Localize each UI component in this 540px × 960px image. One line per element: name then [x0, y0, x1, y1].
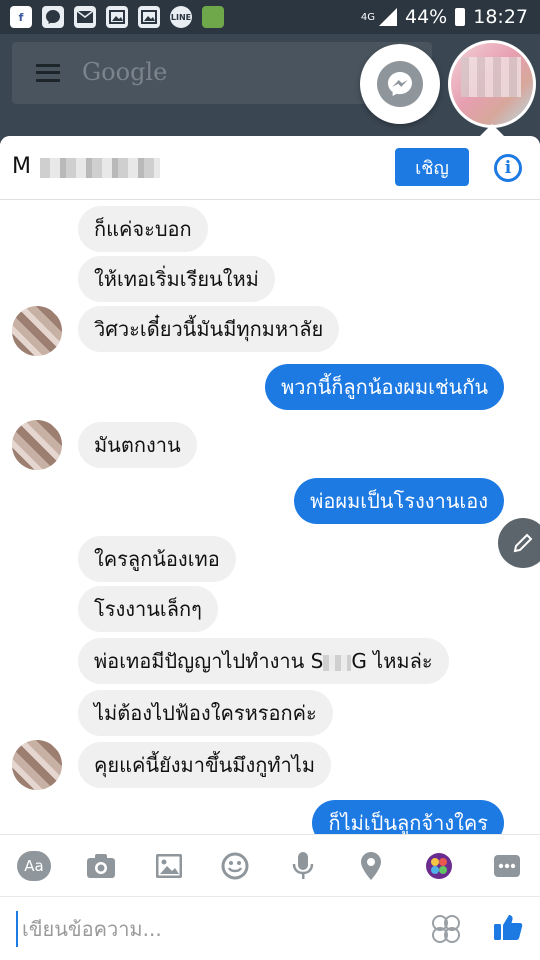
composer [0, 896, 540, 960]
game-icon [202, 6, 224, 28]
line-icon: LINE [170, 6, 192, 28]
camera-icon[interactable] [84, 849, 118, 883]
sticker-icon[interactable] [430, 913, 462, 945]
contact-name-blurred [40, 158, 160, 178]
signal-icon [379, 8, 397, 26]
message-input[interactable] [16, 911, 396, 947]
messenger-chat-head[interactable] [360, 44, 440, 124]
games-icon[interactable] [422, 849, 456, 883]
message-incoming[interactable]: คุยแค่นี้ยังมาขึ้นมึงกูทำไม [78, 742, 331, 788]
avatar[interactable] [12, 306, 62, 356]
chat-panel: M เชิญ i ก็แค่จะบอก ให้เทอเริ่มเรียนใหม่… [0, 136, 540, 960]
redacted-text [323, 654, 352, 671]
edit-button[interactable] [498, 518, 540, 568]
message-incoming[interactable]: โรงงานเล็กๆ [78, 586, 218, 632]
facebook-icon: f [10, 6, 32, 28]
contact-chat-head[interactable] [448, 40, 536, 128]
message-incoming[interactable]: ไม่ต้องไปฟ้องใครหรอกค่ะ [78, 690, 333, 736]
gallery-icon [106, 6, 128, 28]
info-icon[interactable]: i [494, 154, 522, 182]
message-incoming[interactable]: วิศวะเดี๋ยวนี้มันมีทุกมหาลัย [78, 306, 340, 352]
message-incoming[interactable]: ก็แค่จะบอก [78, 206, 208, 252]
network-type: 4G [360, 11, 375, 23]
more-icon[interactable] [490, 849, 524, 883]
thumbs-up-icon[interactable] [492, 911, 526, 945]
contact-name[interactable]: M [12, 154, 31, 179]
battery-icon [455, 8, 466, 26]
message-incoming[interactable]: พ่อเทอมีปัญญาไปทำงาน S G ไหมล่ะ [78, 638, 449, 684]
invite-button[interactable]: เชิญ [395, 148, 469, 186]
messenger-icon [42, 6, 64, 28]
google-logo: Google [82, 58, 168, 86]
pencil-icon [513, 533, 533, 553]
message-outgoing[interactable]: ก็ไม่เป็นลูกจ้างใคร [312, 800, 504, 834]
status-right: 4G 44% 18:27 [361, 6, 528, 28]
message-incoming[interactable]: มันตกงาน [78, 422, 197, 468]
message-outgoing[interactable]: พ่อผมเป็นโรงงานเอง [294, 478, 504, 524]
message-incoming[interactable]: ให้เทอเริ่มเรียนใหม่ [78, 256, 275, 302]
message-outgoing[interactable]: พวกนี้ก็ลูกน้องผมเช่นกัน [265, 364, 504, 410]
microphone-icon[interactable] [286, 849, 320, 883]
mail-icon [74, 6, 96, 28]
messenger-icon [377, 61, 423, 107]
emoji-icon[interactable] [218, 849, 252, 883]
chat-header: M เชิญ i [0, 136, 540, 200]
message-incoming[interactable]: ใครลูกน้องเทอ [78, 536, 236, 582]
clock: 18:27 [473, 6, 528, 28]
status-bar: f LINE 4G 44% 18:27 [0, 0, 540, 34]
text-style-button[interactable]: Aa [16, 849, 52, 883]
gallery-icon [138, 6, 160, 28]
message-text-part: พ่อเทอมีปัญญาไปทำงาน S [94, 649, 324, 673]
text-style-label: Aa [17, 851, 51, 881]
battery-percent: 44% [405, 6, 448, 28]
message-list[interactable]: ก็แค่จะบอก ให้เทอเริ่มเรียนใหม่ วิศวะเดี… [0, 200, 540, 834]
image-icon[interactable] [152, 849, 186, 883]
avatar[interactable] [12, 420, 62, 470]
composer-toolbar: Aa [0, 834, 540, 896]
menu-icon[interactable] [36, 64, 60, 82]
location-icon[interactable] [354, 849, 388, 883]
notification-icons: f LINE [10, 6, 224, 28]
avatar[interactable] [12, 740, 62, 790]
message-text-part: G ไหมล่ะ [351, 649, 433, 673]
